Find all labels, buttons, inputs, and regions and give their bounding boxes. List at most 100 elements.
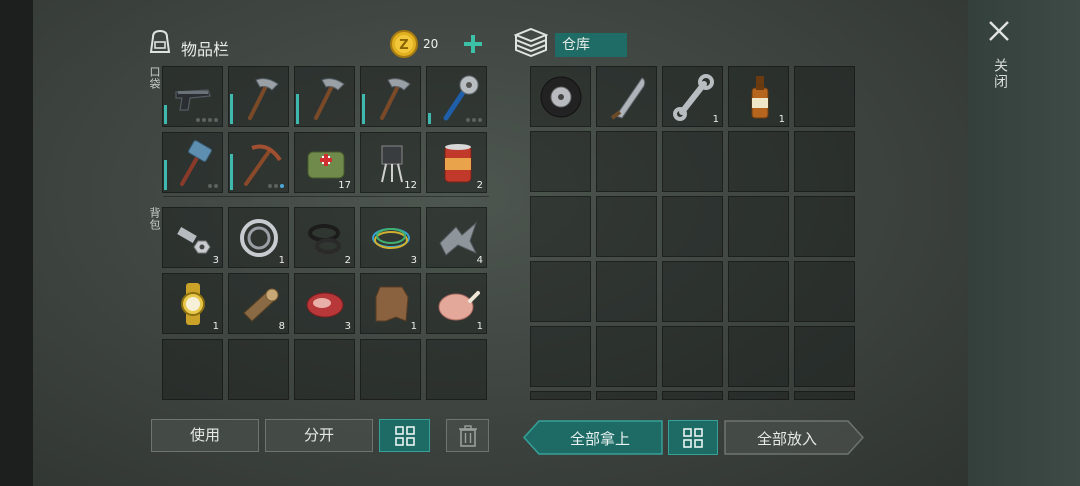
storage-slot[interactable]: 1	[662, 66, 723, 127]
pocket-slot[interactable]: 12	[360, 132, 421, 193]
backpack-slot[interactable]	[228, 339, 289, 400]
item-count: 2	[476, 180, 483, 191]
backpack-slot[interactable]: 1	[426, 273, 487, 334]
left-edge	[0, 0, 33, 486]
durability-bar	[164, 105, 167, 124]
sort-inventory-button[interactable]	[379, 419, 430, 452]
item-count: 4	[476, 255, 483, 266]
backpack-slot[interactable]: 3	[162, 207, 223, 268]
split-button[interactable]: 分开	[265, 419, 373, 452]
item-count: 1	[778, 114, 785, 125]
add-coins-icon[interactable]	[463, 34, 483, 54]
storage-slot[interactable]	[662, 391, 723, 400]
storage-slot[interactable]	[728, 326, 789, 387]
item-count: 1	[212, 321, 219, 332]
backpack-slot[interactable]: 1	[162, 273, 223, 334]
pocket-slot[interactable]: 2	[426, 132, 487, 193]
backpack-slot[interactable]: 8	[228, 273, 289, 334]
storage-slot[interactable]	[794, 391, 855, 400]
wristwatch-icon	[181, 283, 205, 325]
close-label[interactable]: 关闭	[990, 58, 1010, 90]
upgrade-dots	[466, 118, 482, 122]
storage-slot[interactable]	[794, 196, 855, 257]
trash-button[interactable]	[446, 419, 489, 452]
pocket-label: 口袋	[148, 66, 161, 90]
backpack-slot[interactable]: 3	[360, 207, 421, 268]
storage-title: 仓库	[555, 33, 627, 57]
storage-slot[interactable]	[662, 196, 723, 257]
storage-slot[interactable]	[596, 326, 657, 387]
machete-icon	[610, 77, 646, 120]
storage-slot[interactable]	[728, 196, 789, 257]
storage-box-icon	[514, 27, 548, 57]
pocket-slot[interactable]	[360, 66, 421, 127]
storage-slot[interactable]	[728, 391, 789, 400]
storage-slot[interactable]	[530, 131, 591, 192]
pocket-slot[interactable]	[162, 66, 223, 127]
storage-slot[interactable]	[530, 66, 591, 127]
storage-slot[interactable]	[794, 261, 855, 322]
backpack-slot[interactable]: 2	[294, 207, 355, 268]
inventory-title: 物品栏	[181, 40, 230, 59]
upgrade-dots	[196, 118, 218, 122]
durability-bar	[230, 154, 233, 190]
item-count: 1	[712, 114, 719, 125]
backpack-slot[interactable]	[294, 339, 355, 400]
storage-slot[interactable]	[662, 261, 723, 322]
wires-icon	[372, 228, 410, 249]
upgrade-dots	[208, 184, 218, 188]
storage-slot[interactable]	[794, 131, 855, 192]
backpack-slot[interactable]: 3	[294, 273, 355, 334]
grid-sort-icon	[683, 428, 703, 448]
wrench-icon	[673, 74, 714, 121]
storage-slot[interactable]	[596, 196, 657, 257]
storage-slot[interactable]	[530, 326, 591, 387]
backpack-slot[interactable]: 4	[426, 207, 487, 268]
storage-slot[interactable]	[662, 131, 723, 192]
item-count: 12	[404, 180, 417, 191]
pocket-slot[interactable]	[294, 66, 355, 127]
storage-slot[interactable]	[596, 391, 657, 400]
durability-bar	[428, 113, 431, 124]
section-divider	[163, 196, 489, 197]
storage-slot[interactable]	[794, 326, 855, 387]
backpack-slot[interactable]: 1	[228, 207, 289, 268]
close-icon[interactable]	[985, 17, 1013, 45]
leather-icon	[375, 286, 409, 322]
backpack-slot[interactable]	[426, 339, 487, 400]
storage-slot[interactable]	[596, 261, 657, 322]
item-count: 17	[338, 180, 351, 191]
backpack-slot[interactable]	[162, 339, 223, 400]
storage-slot[interactable]	[530, 261, 591, 322]
item-count: 1	[278, 255, 285, 266]
sort-storage-button[interactable]	[668, 420, 718, 455]
use-button[interactable]: 使用	[151, 419, 259, 452]
backpack-slot[interactable]	[360, 339, 421, 400]
storage-slot[interactable]	[596, 66, 657, 127]
item-count: 3	[344, 321, 351, 332]
coin-count: 20	[423, 37, 439, 51]
storage-slot[interactable]	[662, 326, 723, 387]
pocket-slot[interactable]	[426, 66, 487, 127]
storage-slot[interactable]	[530, 391, 591, 400]
item-count: 1	[476, 321, 483, 332]
storage-slot[interactable]	[530, 196, 591, 257]
spiked-club-icon	[443, 75, 479, 121]
storage-slot[interactable]	[596, 131, 657, 192]
item-count: 2	[344, 255, 351, 266]
canned-food-icon	[444, 144, 472, 183]
backpack-label: 背包	[148, 207, 161, 231]
pocket-slot[interactable]	[228, 66, 289, 127]
storage-slot[interactable]	[728, 131, 789, 192]
storage-slot[interactable]	[794, 66, 855, 127]
pocket-slot[interactable]: 17	[294, 132, 355, 193]
pocket-slot[interactable]	[162, 132, 223, 193]
durability-bar	[230, 94, 233, 124]
item-count: 8	[278, 321, 285, 332]
storage-slot[interactable]	[728, 261, 789, 322]
pocket-slot[interactable]	[228, 132, 289, 193]
right-edge-panel	[968, 0, 1080, 486]
storage-slot[interactable]: 1	[728, 66, 789, 127]
backpack-slot[interactable]: 1	[360, 273, 421, 334]
coin-icon: Z	[390, 30, 418, 58]
